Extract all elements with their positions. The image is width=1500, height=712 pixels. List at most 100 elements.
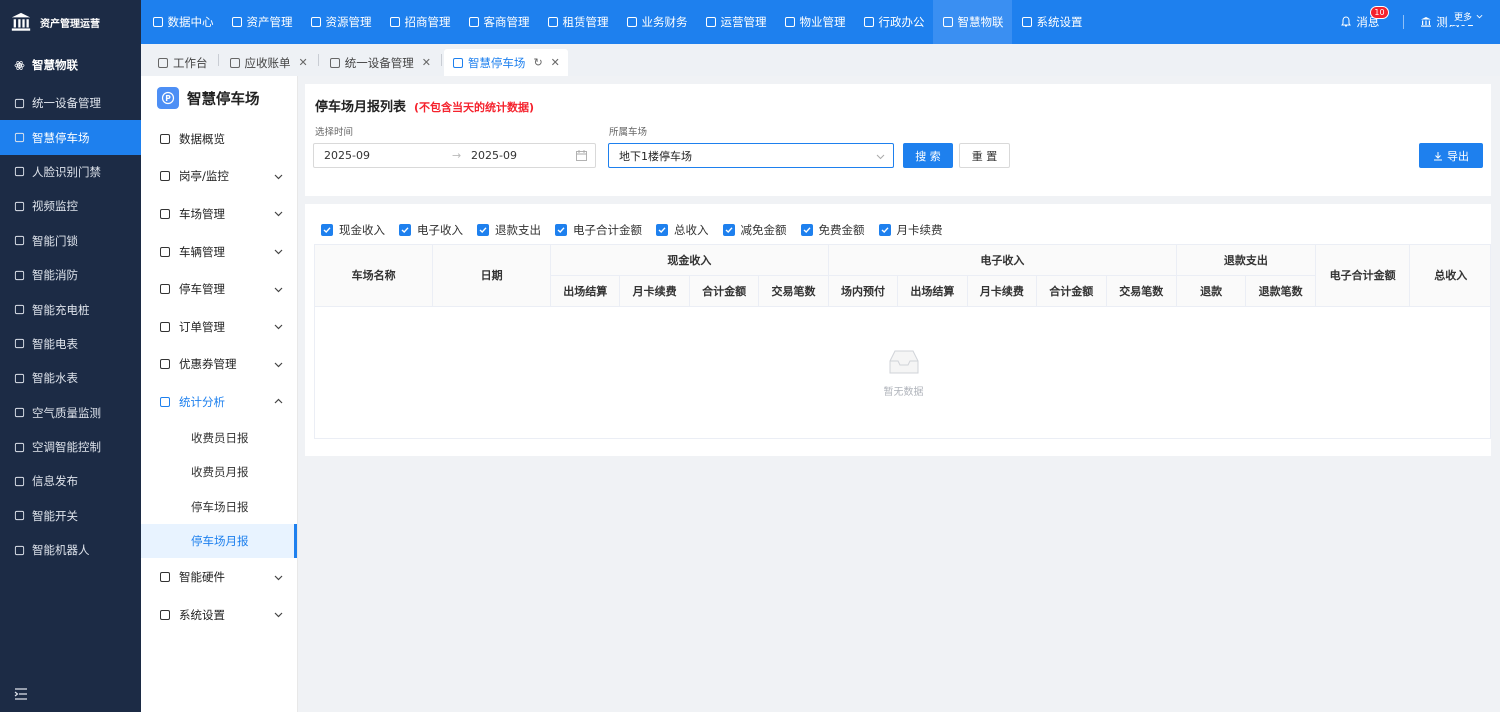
sidebar-item[interactable]: 智能门锁 bbox=[0, 224, 141, 258]
sub-column-header[interactable]: 交易笔数 bbox=[758, 275, 829, 307]
col-date[interactable]: 日期 bbox=[432, 245, 551, 307]
submenu-item-icon bbox=[160, 133, 170, 144]
submenu-item[interactable]: 订单管理 bbox=[141, 308, 297, 346]
sidebar-item[interactable]: 人脸识别门禁 bbox=[0, 155, 141, 189]
tab[interactable]: 工作台 bbox=[149, 49, 216, 76]
column-toggle-checkbox[interactable]: 电子收入 bbox=[399, 222, 463, 238]
nav-item[interactable]: 招商管理 bbox=[380, 0, 459, 44]
nav-item[interactable]: 数据中心 bbox=[143, 0, 222, 44]
sidebar-item[interactable]: 视频监控 bbox=[0, 189, 141, 223]
submenu-child-item[interactable]: 停车场日报 bbox=[141, 489, 297, 524]
submenu-child-item[interactable]: 收费员日报 bbox=[141, 420, 297, 456]
export-button[interactable]: 导出 bbox=[1419, 143, 1483, 168]
sub-column-header[interactable]: 月卡续费 bbox=[967, 275, 1038, 307]
sub-column-header[interactable]: 退款笔数 bbox=[1245, 275, 1316, 307]
messages-button[interactable]: 消息 10 bbox=[1340, 6, 1389, 30]
col-lot-name[interactable]: 车场名称 bbox=[315, 245, 434, 307]
nav-item[interactable]: 资产管理 bbox=[222, 0, 301, 44]
column-toggle-checkbox[interactable]: 免费金额 bbox=[800, 222, 865, 238]
checkbox-checked-icon bbox=[477, 224, 489, 236]
sub-column-header[interactable]: 交易笔数 bbox=[1106, 275, 1177, 307]
submenu-item[interactable]: 岗亭/监控 bbox=[141, 158, 297, 196]
sub-column-header[interactable]: 出场结算 bbox=[550, 275, 621, 307]
nav-item[interactable]: 物业管理 bbox=[775, 0, 854, 44]
sidebar-item[interactable]: 智慧停车场 bbox=[0, 120, 141, 155]
search-button[interactable]: 搜 索 bbox=[903, 143, 953, 168]
tab[interactable]: 应收账单 ✕ bbox=[220, 49, 316, 76]
menu-item-icon bbox=[14, 132, 25, 143]
sidebar-item-label: 智能机器人 bbox=[32, 543, 90, 558]
close-icon[interactable]: ✕ bbox=[422, 56, 431, 69]
submenu-item[interactable]: 智能硬件 bbox=[141, 558, 297, 596]
submenu-item[interactable]: 系统设置 bbox=[141, 596, 297, 634]
reset-button[interactable]: 重 置 bbox=[959, 143, 1010, 168]
sidebar-item[interactable]: 智能电表 bbox=[0, 327, 141, 361]
sidebar-item-label: 智能水表 bbox=[32, 371, 78, 386]
menu-item-icon bbox=[14, 373, 25, 383]
submenu-item[interactable]: 车场管理 bbox=[141, 195, 297, 233]
sub-column-header[interactable]: 合计金额 bbox=[1036, 275, 1107, 307]
sidebar-item[interactable]: 智能机器人 bbox=[0, 533, 141, 567]
submenu-child-item[interactable]: 收费员月报 bbox=[141, 455, 297, 490]
filter-panel: 停车场月报列表 (不包含当天的统计数据) 选择时间 所属车场 2025-09 → … bbox=[305, 84, 1491, 196]
sub-column-header[interactable]: 退款 bbox=[1176, 275, 1247, 307]
empty-inbox-icon bbox=[889, 350, 918, 373]
users-icon bbox=[468, 17, 479, 27]
sidebar-item[interactable]: 空气质量监测 bbox=[0, 396, 141, 430]
sub-column-header[interactable]: 合计金额 bbox=[689, 275, 760, 307]
submenu-item[interactable]: 数据概览 bbox=[141, 120, 297, 158]
sidebar-item[interactable]: 空调智能控制 bbox=[0, 430, 141, 464]
checkbox-checked-icon bbox=[555, 224, 567, 236]
tab[interactable]: 智慧停车场 ↻ ✕ bbox=[443, 49, 568, 76]
column-toggle-checkbox[interactable]: 电子合计金额 bbox=[555, 222, 642, 238]
nav-item[interactable]: 客商管理 bbox=[459, 0, 538, 44]
column-toggle-checkbox[interactable]: 总收入 bbox=[656, 222, 709, 238]
chevron-down-icon bbox=[876, 154, 885, 160]
sub-column-header[interactable]: 出场结算 bbox=[897, 275, 968, 307]
sidebar-item-label: 智能消防 bbox=[32, 268, 78, 283]
checkbox-checked-icon bbox=[656, 224, 668, 236]
sidebar-item[interactable]: 信息发布 bbox=[0, 464, 141, 498]
col-total-income[interactable]: 总收入 bbox=[1409, 245, 1490, 307]
sidebar-item[interactable]: 智能水表 bbox=[0, 361, 141, 395]
sidebar-item[interactable]: 智能消防 bbox=[0, 258, 141, 292]
brand[interactable]: 资产管理运营 bbox=[0, 0, 141, 44]
nav-item[interactable]: 系统设置 bbox=[1012, 0, 1091, 44]
submenu-item[interactable]: 车辆管理 bbox=[141, 233, 297, 271]
submenu-child-item[interactable]: 停车场月报 bbox=[141, 523, 297, 559]
nav-item[interactable]: 业务财务 bbox=[617, 0, 696, 44]
more-tabs-button[interactable]: 更多 bbox=[1446, 7, 1490, 25]
submenu-item[interactable]: 优惠券管理 bbox=[141, 346, 297, 384]
col-electronic-total[interactable]: 电子合计金额 bbox=[1315, 245, 1411, 307]
column-toggle-checkbox[interactable]: 退款支出 bbox=[477, 222, 541, 238]
parking-lot-select[interactable]: 地下1楼停车场 bbox=[608, 143, 894, 168]
sidebar-item[interactable]: 智能开关 bbox=[0, 499, 141, 533]
nav-item[interactable]: 运营管理 bbox=[696, 0, 775, 44]
tab[interactable]: 统一设备管理 ✕ bbox=[320, 49, 439, 76]
nav-item[interactable]: 资源管理 bbox=[301, 0, 380, 44]
nav-item-label: 资产管理 bbox=[246, 15, 293, 29]
close-icon[interactable]: ✕ bbox=[551, 56, 560, 69]
column-toggle-checkbox[interactable]: 月卡续费 bbox=[878, 222, 943, 238]
column-toggle-checkbox[interactable]: 减免金额 bbox=[722, 222, 787, 238]
sidebar-item[interactable]: 统一设备管理 bbox=[0, 86, 141, 120]
tag-icon bbox=[389, 17, 400, 27]
refresh-icon[interactable]: ↻ bbox=[533, 56, 542, 69]
column-toggle-label: 现金收入 bbox=[339, 223, 385, 237]
submenu-item[interactable]: 统计分析 bbox=[141, 383, 297, 421]
column-toggle-checkbox[interactable]: 现金收入 bbox=[321, 222, 385, 238]
column-toggle-label: 月卡续费 bbox=[896, 223, 943, 237]
empty-text: 暂无数据 bbox=[883, 386, 924, 398]
submenu-item[interactable]: 停车管理 bbox=[141, 270, 297, 308]
sub-column-header[interactable]: 月卡续费 bbox=[619, 275, 690, 307]
tab-divider bbox=[317, 54, 319, 66]
sidebar-item[interactable]: 智能充电桩 bbox=[0, 292, 141, 326]
nav-item[interactable]: 智慧物联 bbox=[933, 0, 1012, 44]
date-range-picker[interactable]: 2025-09 → 2025-09 bbox=[313, 143, 596, 168]
sub-column-header[interactable]: 场内预付 bbox=[828, 275, 899, 307]
close-icon[interactable]: ✕ bbox=[299, 56, 308, 69]
horizontal-scrollbar[interactable] bbox=[319, 438, 1312, 439]
collapse-menu-icon[interactable] bbox=[14, 688, 28, 700]
nav-item[interactable]: 行政办公 bbox=[854, 0, 933, 44]
nav-item[interactable]: 租赁管理 bbox=[538, 0, 617, 44]
